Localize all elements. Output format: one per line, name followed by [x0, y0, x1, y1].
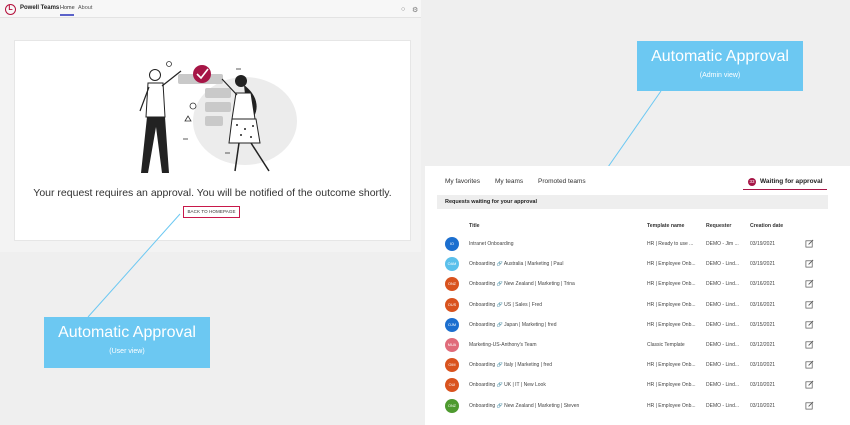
- table-row[interactable]: OJM Onboarding 🔗 Japan | Marketing | fred…: [437, 315, 828, 335]
- section-header: Requests waiting for your approval: [437, 195, 828, 209]
- section-title: Requests waiting for your approval: [445, 199, 537, 205]
- team-avatar: MUA: [445, 338, 459, 352]
- tab-my-teams[interactable]: My teams: [495, 178, 523, 185]
- callout-title: Automatic Approval: [58, 324, 196, 341]
- team-avatar: OIM: [445, 358, 459, 373]
- edit-icon[interactable]: [805, 320, 814, 329]
- callout-title: Automatic Approval: [651, 48, 789, 65]
- row-template: HR | Employee Onb...: [647, 261, 696, 268]
- waiting-count-badge: 33: [748, 178, 756, 186]
- table-row[interactable]: OUS Onboarding 🔗 US | Sales | Fred HR | Em…: [437, 295, 828, 315]
- row-date: 03/10/2021: [750, 362, 776, 369]
- table-row[interactable]: OIM Onboarding 🔗 Italy | Marketing | fred…: [437, 355, 828, 375]
- table-row[interactable]: ONZ Onboarding 🔗 New Zealand | Marketing …: [437, 396, 828, 416]
- team-avatar: ONZ: [445, 398, 459, 413]
- row-requester: DEMO - Lind...: [706, 301, 740, 308]
- row-template: Classic Template: [647, 342, 685, 348]
- row-date: 03/10/2021: [750, 402, 776, 409]
- edit-icon[interactable]: [805, 401, 814, 410]
- team-avatar: OJM: [445, 317, 459, 332]
- admin-view-app: My favorites My teams Promoted teams 33 …: [425, 166, 850, 425]
- row-requester: DEMO - Lind...: [706, 281, 740, 288]
- table-row[interactable]: ONZ Onboarding 🔗 New Zealand | Marketing …: [437, 274, 828, 294]
- row-requester: DEMO - Lind...: [706, 342, 740, 348]
- callout-subtitle: (Admin view): [699, 72, 741, 79]
- row-title[interactable]: Onboarding 🔗 Japan | Marketing | fred: [469, 322, 639, 328]
- column-header-requester[interactable]: Requester: [706, 223, 731, 229]
- column-header-title[interactable]: Title: [469, 223, 480, 229]
- team-avatar: OAM: [445, 257, 459, 272]
- row-title[interactable]: Onboarding 🔗 New Zealand | Marketing | S…: [469, 403, 639, 409]
- table-row[interactable]: OUI Onboarding 🔗 UK | IT | New Look HR | E…: [437, 375, 828, 395]
- row-date: 03/10/2021: [750, 382, 776, 389]
- team-avatar: IO: [445, 237, 459, 251]
- table-row[interactable]: MUA Marketing-US-Anthony's Team Classic Te…: [437, 335, 828, 355]
- row-requester: DEMO - Lind...: [706, 382, 740, 389]
- row-date: 03/16/2021: [750, 281, 776, 288]
- row-date: 03/19/2021: [750, 261, 776, 268]
- edit-icon[interactable]: [805, 380, 814, 389]
- row-title[interactable]: Intranet Onboarding: [469, 241, 639, 247]
- row-requester: DEMO - Jim ...: [706, 241, 739, 247]
- row-template: HR | Employee Onb...: [647, 301, 696, 308]
- edit-icon[interactable]: [805, 239, 814, 248]
- row-template: HR | Employee Onb...: [647, 382, 696, 389]
- row-template: HR | Employee Onb...: [647, 281, 696, 288]
- tab-waiting-for-approval[interactable]: 33 Waiting for approval: [743, 174, 827, 190]
- table-row[interactable]: IO Intranet Onboarding HR | Ready to use .…: [437, 234, 828, 254]
- edit-icon[interactable]: [805, 259, 814, 268]
- row-date: 03/15/2021: [750, 321, 776, 328]
- row-requester: DEMO - Lind...: [706, 321, 740, 328]
- row-title[interactable]: Marketing-US-Anthony's Team: [469, 342, 639, 348]
- row-requester: DEMO - Lind...: [706, 362, 740, 369]
- row-title[interactable]: Onboarding 🔗 New Zealand | Marketing | T…: [469, 281, 639, 287]
- row-title[interactable]: Onboarding 🔗 US | Sales | Fred: [469, 302, 639, 308]
- team-avatar: OUI: [445, 378, 459, 393]
- team-avatar: OUS: [445, 297, 459, 312]
- callout-subtitle: (User view): [109, 348, 145, 355]
- callout-admin-view: Automatic Approval (Admin view): [637, 41, 803, 91]
- waiting-tab-label: Waiting for approval: [760, 178, 823, 185]
- edit-icon[interactable]: [805, 279, 814, 288]
- edit-icon[interactable]: [805, 340, 814, 349]
- tab-promoted-teams[interactable]: Promoted teams: [538, 178, 586, 185]
- tab-my-favorites[interactable]: My favorites: [445, 178, 480, 185]
- row-title[interactable]: Onboarding 🔗 UK | IT | New Look: [469, 382, 639, 388]
- row-requester: DEMO - Lind...: [706, 261, 740, 268]
- row-template: HR | Employee Onb...: [647, 362, 696, 369]
- callout-user-view: Automatic Approval (User view): [44, 317, 210, 368]
- row-title[interactable]: Onboarding 🔗 Italy | Marketing | fred: [469, 362, 639, 368]
- edit-icon[interactable]: [805, 360, 814, 369]
- row-template: HR | Ready to use ...: [647, 241, 694, 247]
- row-date: 03/16/2021: [750, 301, 776, 308]
- team-avatar: ONZ: [445, 277, 459, 292]
- row-requester: DEMO - Lind...: [706, 402, 740, 409]
- row-date: 03/19/2021: [750, 241, 776, 247]
- edit-icon[interactable]: [805, 300, 814, 309]
- row-date: 03/12/2021: [750, 342, 776, 348]
- row-template: HR | Employee Onb...: [647, 321, 696, 328]
- row-template: HR | Employee Onb...: [647, 402, 696, 409]
- row-title[interactable]: Onboarding 🔗 Australia | Marketing | Pau…: [469, 261, 639, 267]
- table-row[interactable]: OAM Onboarding 🔗 Australia | Marketing | …: [437, 254, 828, 274]
- column-header-template[interactable]: Template name: [647, 223, 684, 229]
- column-header-creation-date[interactable]: Creation date: [750, 223, 783, 229]
